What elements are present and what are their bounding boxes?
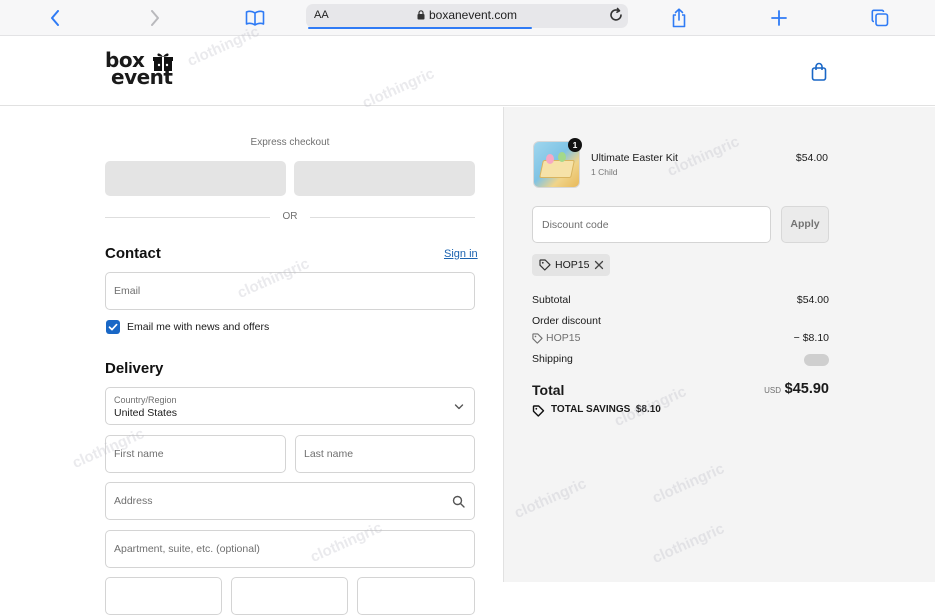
applied-code-chip: HOP15: [532, 254, 610, 276]
item-name: Ultimate Easter Kit: [591, 152, 678, 164]
page-load-progress: [308, 27, 532, 29]
tag-icon: [539, 259, 551, 271]
order-summary: Ultimate Easter Kit 1 Child $54.00 Disco…: [503, 107, 935, 582]
first-name-field[interactable]: First name: [105, 435, 286, 473]
tabs-overview-icon[interactable]: [868, 6, 892, 30]
email-field[interactable]: Email: [105, 272, 475, 310]
search-icon: [452, 495, 465, 508]
contact-title: Contact: [105, 245, 161, 262]
checkout-form: Express checkout OR Contact Sign in Emai…: [0, 107, 503, 615]
lock-icon: [417, 10, 425, 20]
express-checkout-label: Express checkout: [250, 137, 330, 148]
reload-icon[interactable]: [608, 7, 624, 23]
discount-code-input[interactable]: Discount code: [532, 206, 771, 243]
or-divider: OR: [105, 210, 475, 224]
last-name-field[interactable]: Last name: [295, 435, 475, 473]
apartment-field[interactable]: Apartment, suite, etc. (optional): [105, 530, 475, 568]
chevron-down-icon: [454, 404, 464, 410]
shipping-placeholder: [804, 354, 829, 366]
order-discount-row: Order discount: [532, 315, 601, 327]
quantity-badge: 1: [568, 138, 582, 152]
new-tab-icon[interactable]: [767, 6, 791, 30]
delivery-title: Delivery: [105, 360, 164, 377]
bookmarks-icon[interactable]: [243, 6, 267, 30]
checkmark-icon: [108, 323, 118, 331]
state-field[interactable]: [231, 577, 348, 615]
shipping-row: Shipping: [532, 353, 829, 366]
express-pay-button-1[interactable]: [105, 161, 286, 196]
site-header: box event: [0, 36, 935, 106]
remove-code-icon[interactable]: [594, 260, 604, 270]
country-select[interactable]: Country/Region United States: [105, 387, 475, 425]
share-icon[interactable]: [667, 6, 691, 30]
tag-icon: [532, 405, 545, 417]
item-price: $54.00: [795, 152, 828, 164]
total-row: Total USD $45.90: [532, 381, 829, 398]
city-field[interactable]: [105, 577, 222, 615]
url-text: boxanevent.com: [428, 8, 518, 22]
address-field[interactable]: Address: [105, 482, 475, 520]
back-icon[interactable]: [43, 6, 67, 30]
gift-box-icon: [153, 53, 173, 71]
browser-toolbar: AA boxanevent.com: [0, 0, 935, 36]
subtotal-row: Subtotal $54.00: [532, 294, 829, 306]
express-pay-button-2[interactable]: [294, 161, 475, 196]
newsletter-label: Email me with news and offers: [127, 321, 270, 333]
item-variant: 1 Child: [591, 167, 618, 177]
shopping-bag-icon[interactable]: [810, 62, 828, 82]
apply-discount-button[interactable]: Apply: [781, 206, 829, 243]
tag-icon: [532, 333, 543, 344]
sign-in-link[interactable]: Sign in: [444, 248, 478, 260]
address-bar[interactable]: AA boxanevent.com: [306, 4, 628, 29]
forward-icon[interactable]: [143, 6, 167, 30]
brand-logo[interactable]: box event: [105, 50, 181, 92]
newsletter-checkbox[interactable]: [106, 320, 120, 334]
zip-field[interactable]: [357, 577, 475, 615]
